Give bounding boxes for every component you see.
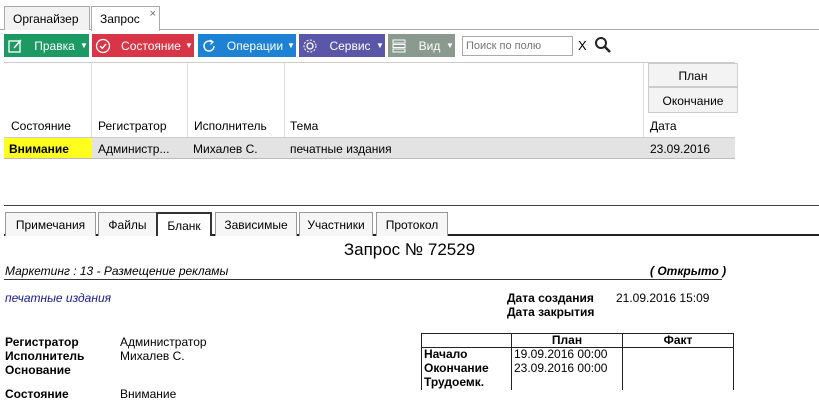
column-header-end[interactable]: Окончание: [648, 87, 738, 113]
refresh-icon: [198, 34, 220, 57]
document-subtitle: Маркетинг : 13 - Размещение рекламы: [5, 264, 229, 278]
executor-cell: Михалев С.: [193, 142, 258, 156]
labor-fact-value: [622, 375, 734, 390]
state-value: Внимание: [120, 387, 177, 401]
chevron-down-icon[interactable]: ▼: [79, 41, 89, 50]
operations-button[interactable]: Операции ▼: [198, 34, 296, 57]
end-fact-value: [622, 361, 734, 376]
edit-button[interactable]: Правка ▼: [4, 34, 89, 57]
view-list-icon: [388, 34, 410, 57]
column-header-fact: Факт: [622, 333, 734, 348]
state-button[interactable]: Состояние ▼: [92, 34, 194, 57]
tab-dependent[interactable]: Зависимые: [215, 212, 297, 236]
start-fact-value: [622, 347, 734, 362]
registrar-label: Регистратор: [5, 335, 79, 349]
top-tab-bar: Органайзер Запрос ×: [0, 6, 819, 31]
view-label: Вид: [418, 38, 441, 53]
labor-plan-value: [511, 375, 623, 390]
toolbar: Правка ▼ Состояние ▼ Операции ▼ Сервис ▼…: [0, 33, 819, 59]
end-plan-value: 23.09.2016 00:00: [511, 361, 623, 376]
date-cell: 23.09.2016: [650, 142, 711, 156]
service-button[interactable]: Сервис ▼: [299, 34, 385, 57]
edit-label: Правка: [34, 38, 75, 53]
document-title: Запрос № 72529: [343, 240, 476, 259]
search-input[interactable]: [462, 36, 573, 56]
edit-icon: [4, 34, 26, 57]
chevron-down-icon[interactable]: ▼: [375, 41, 385, 50]
document-topic: печатные издания: [5, 291, 112, 305]
labor-label: Трудоемк.: [421, 375, 512, 390]
column-header-plan: План: [511, 333, 623, 348]
table-row: Окончание 23.09.2016 00:00: [421, 361, 734, 376]
start-label: Начало: [421, 347, 512, 362]
tab-request-label: Запрос: [100, 12, 140, 26]
table-row: Трудоемк.: [421, 375, 734, 390]
state-cell: Внимание: [4, 138, 92, 158]
tab-organizer-label: Органайзер: [13, 12, 79, 26]
created-value: 21.09.2016 15:09: [616, 291, 710, 305]
chevron-down-icon[interactable]: ▼: [445, 41, 455, 50]
service-label: Сервис: [329, 38, 371, 53]
document-status: ( Открыто ): [650, 264, 727, 278]
state-label: Состояние: [5, 387, 69, 401]
closed-label: Дата закрытия: [507, 305, 595, 319]
plan-fact-table: План Факт Начало 19.09.2016 00:00 Оконча…: [421, 333, 734, 390]
start-plan-value: 19.09.2016 00:00: [511, 347, 623, 362]
operations-label: Операции: [226, 38, 284, 53]
executor-label: Исполнитель: [5, 349, 85, 363]
created-label: Дата создания: [507, 291, 594, 305]
view-button[interactable]: Вид ▼: [388, 34, 455, 57]
tab-files[interactable]: Файлы: [98, 212, 157, 236]
column-header-plan[interactable]: План: [648, 63, 738, 87]
chevron-down-icon[interactable]: ▼: [286, 41, 296, 50]
detail-tab-bar: Примечания Файлы Бланк Зависимые Участни…: [4, 212, 819, 236]
registrar-cell: Администр...: [98, 142, 170, 156]
registrar-value: Администратор: [120, 335, 207, 349]
tab-protocol[interactable]: Протокол: [376, 212, 448, 236]
table-corner: [421, 333, 512, 348]
divider: [4, 205, 819, 206]
column-header-executor[interactable]: Исполнитель: [194, 119, 267, 133]
divider: [4, 279, 722, 280]
column-header-topic[interactable]: Тема: [290, 119, 318, 133]
check-circle-icon: [92, 34, 114, 57]
tab-participants[interactable]: Участники: [299, 212, 373, 236]
column-header-registrar[interactable]: Регистратор: [98, 119, 167, 133]
search-icon[interactable]: [594, 36, 612, 54]
column-header-state[interactable]: Состояние: [11, 119, 71, 133]
end-label: Окончание: [421, 361, 512, 376]
tab-organizer[interactable]: Органайзер: [4, 6, 90, 30]
topic-cell: печатные издания: [290, 142, 392, 156]
clear-search-button[interactable]: X: [578, 38, 587, 53]
close-icon[interactable]: ×: [150, 8, 156, 20]
table-row: Начало 19.09.2016 00:00: [421, 347, 734, 362]
chevron-down-icon[interactable]: ▼: [184, 41, 194, 50]
basis-label: Основание: [5, 363, 71, 377]
state-label: Состояние: [121, 38, 181, 53]
gear-icon: [299, 34, 321, 57]
table-row[interactable]: Внимание Администр... Михалев С. печатны…: [4, 137, 735, 159]
tab-notes[interactable]: Примечания: [5, 212, 96, 236]
tab-request[interactable]: Запрос ×: [91, 6, 160, 31]
grid-column-topic: [285, 63, 644, 137]
tab-form[interactable]: Бланк: [156, 212, 212, 236]
column-header-date[interactable]: Дата: [650, 119, 677, 133]
executor-value: Михалев С.: [120, 349, 185, 363]
